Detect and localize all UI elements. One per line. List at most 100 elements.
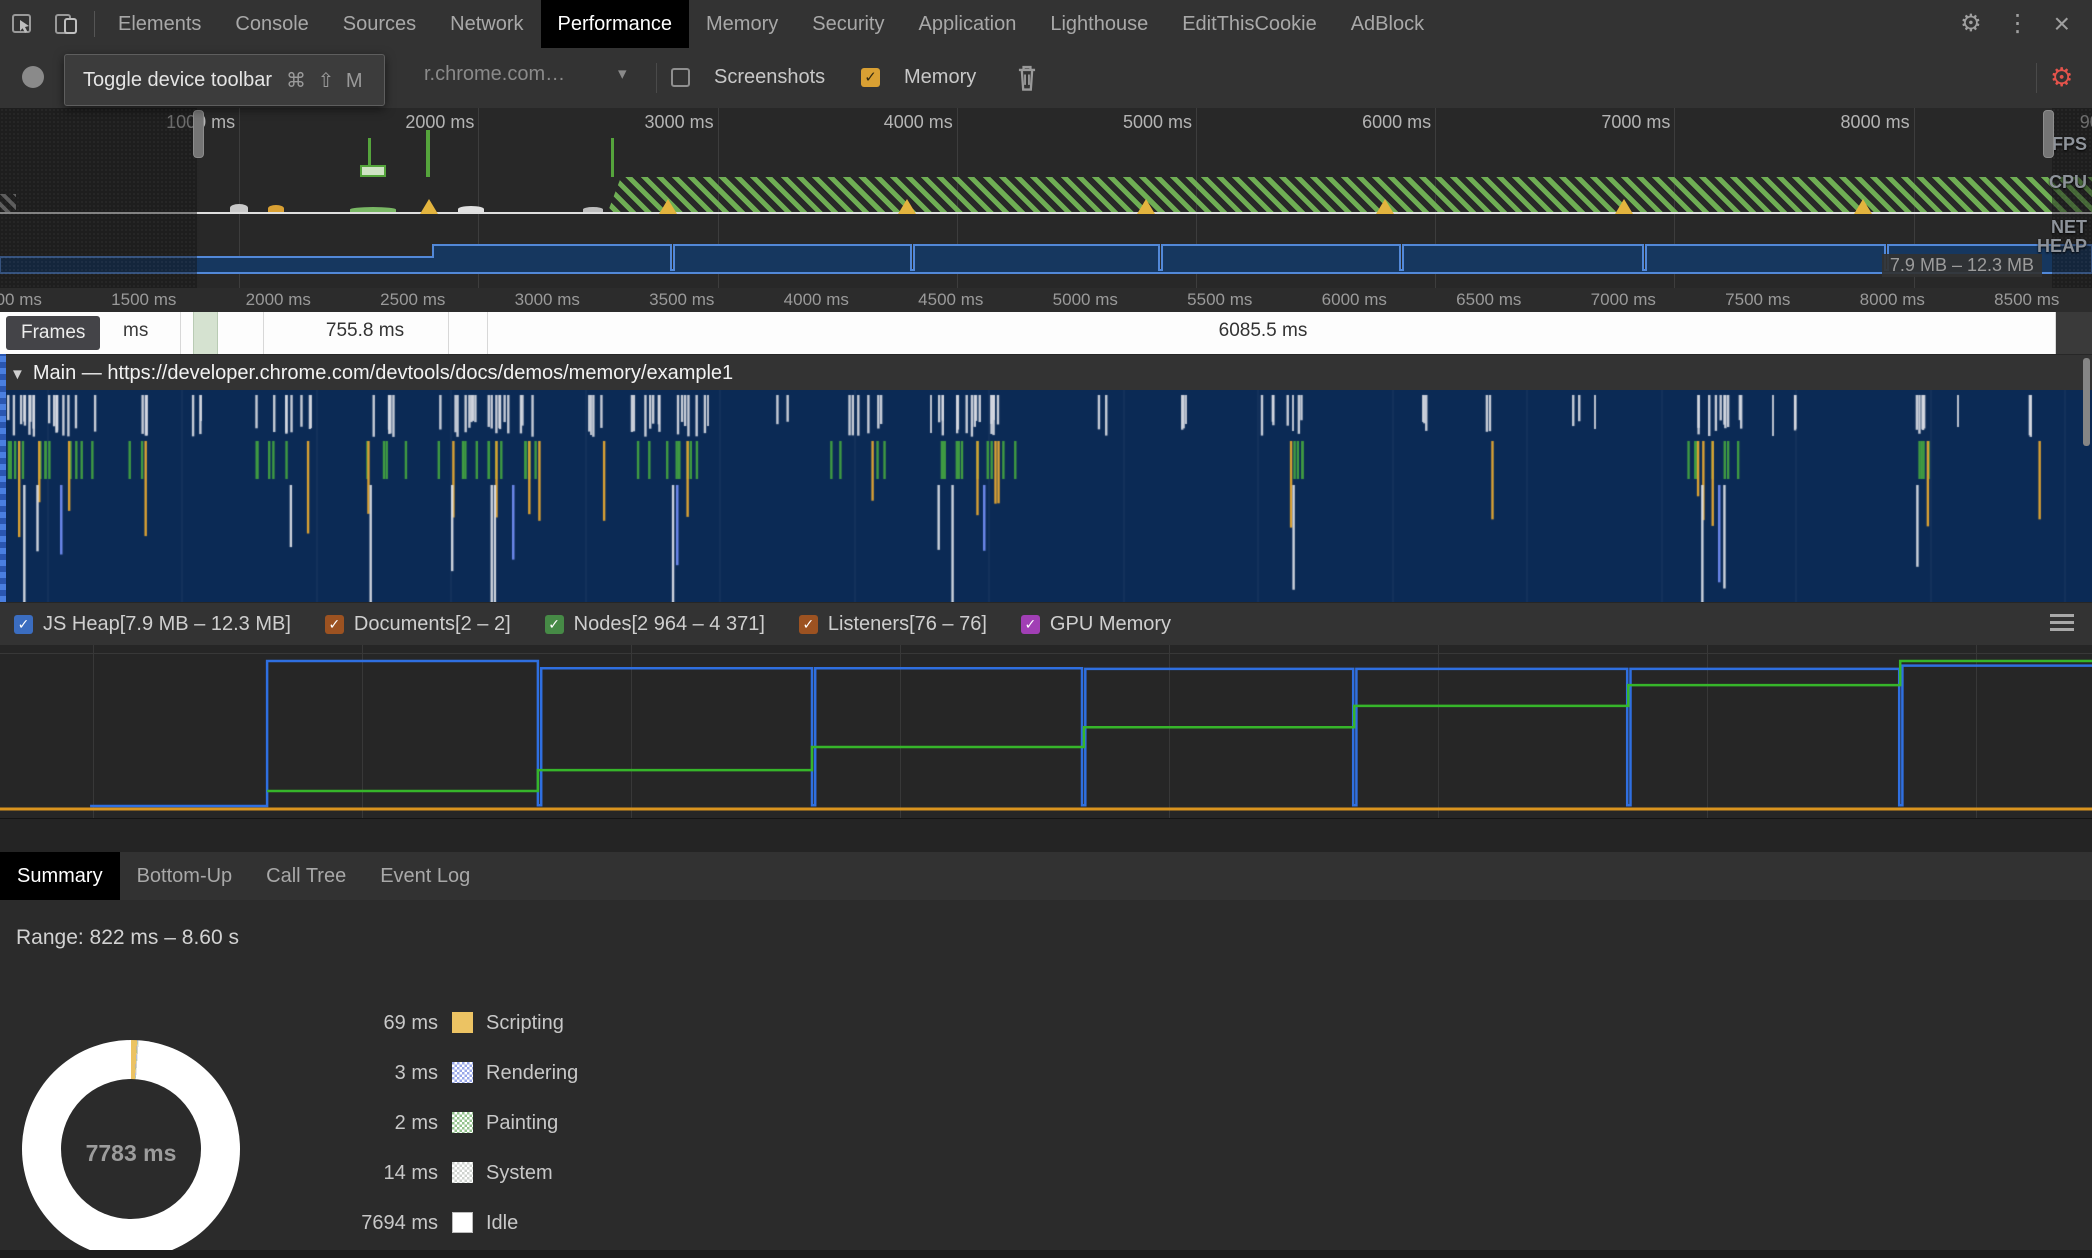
frame-separator bbox=[487, 312, 488, 354]
lane-label-net: NET bbox=[2051, 217, 2087, 237]
frame-separator bbox=[263, 312, 264, 354]
ruler-tick-label: 1500 ms bbox=[111, 290, 177, 309]
counter-checkbox-listeners[interactable]: ✓ bbox=[798, 614, 818, 634]
memory-label: Memory bbox=[904, 66, 977, 88]
tab-memory[interactable]: Memory bbox=[689, 0, 795, 48]
heap-overview-chart bbox=[0, 244, 2092, 274]
ruler-tick-label: 8000 ms bbox=[1859, 290, 1925, 309]
frame-separator bbox=[2055, 312, 2056, 354]
counter-label: Listeners[76 – 76] bbox=[827, 612, 987, 635]
summary-category-label: Rendering bbox=[486, 1062, 579, 1084]
devtools-tab-bar: Elements Console Sources Network Performance… bbox=[0, 0, 2092, 49]
fps-bar bbox=[611, 138, 614, 177]
summary-category-label: Painting bbox=[486, 1112, 559, 1134]
details-tab-event-log[interactable]: Event Log bbox=[363, 852, 487, 900]
panel-tabs: Elements Console Sources Network Performance… bbox=[101, 0, 1441, 48]
url-history-select[interactable]: r.chrome.com… bbox=[424, 63, 565, 86]
time-ruler: 1000 ms1500 ms2000 ms2500 ms3000 ms3500 … bbox=[0, 288, 2092, 313]
ruler-tick-label: 8500 ms bbox=[1994, 290, 2060, 309]
chevron-down-icon[interactable]: ▾ bbox=[618, 64, 627, 84]
overview-time-label: 2000 ms bbox=[405, 112, 475, 132]
collapse-triangle-icon[interactable]: ▼ bbox=[10, 366, 25, 383]
counter-line-js-heap bbox=[90, 659, 2092, 808]
summary-value: 69 ms bbox=[383, 1012, 438, 1034]
frame-segment[interactable] bbox=[193, 312, 218, 354]
settings-gear-icon[interactable]: ⚙ bbox=[1948, 0, 1994, 48]
range-grip-left[interactable] bbox=[193, 110, 204, 158]
counter-label: Nodes[2 964 – 4 371] bbox=[573, 612, 765, 635]
memory-checkbox[interactable]: ✓ bbox=[861, 68, 880, 87]
details-tab-bottom-up[interactable]: Bottom-Up bbox=[120, 852, 250, 900]
tab-network[interactable]: Network bbox=[433, 0, 540, 48]
close-icon[interactable]: × bbox=[2042, 0, 2082, 48]
panel-splitter[interactable] bbox=[0, 818, 2092, 854]
tooltip-label: Toggle device toolbar bbox=[83, 68, 273, 91]
tab-adblock[interactable]: AdBlock bbox=[1334, 0, 1441, 48]
devtools-window: Elements Console Sources Network Performance… bbox=[0, 0, 2092, 1258]
timeline-overview[interactable]: 1000 ms2000 ms3000 ms4000 ms5000 ms6000 … bbox=[0, 108, 2092, 289]
overview-time-label: 7000 ms bbox=[1601, 112, 1671, 132]
tooltip-toggle-device-toolbar: Toggle device toolbar ⌘ ⇧ M bbox=[64, 54, 385, 106]
tab-elements[interactable]: Elements bbox=[101, 0, 218, 48]
screenshots-checkbox[interactable] bbox=[671, 68, 690, 87]
overview-time-label: 6000 ms bbox=[1362, 112, 1432, 132]
record-button[interactable] bbox=[22, 66, 44, 88]
summary-value: 2 ms bbox=[394, 1112, 438, 1134]
screenshots-label: Screenshots bbox=[714, 66, 826, 88]
frames-badge: Frames bbox=[6, 316, 101, 350]
counter-checkbox-gpu-memory[interactable]: ✓ bbox=[1020, 614, 1040, 634]
ruler-tick-label: 5500 ms bbox=[1187, 290, 1253, 309]
ruler-tick-label: 4000 ms bbox=[783, 290, 849, 309]
hamburger-menu-icon[interactable] bbox=[2050, 614, 2074, 635]
frame-duration-label: 755.8 ms bbox=[325, 320, 405, 341]
counter-checkbox-documents[interactable]: ✓ bbox=[324, 614, 344, 634]
memory-counters-chart[interactable] bbox=[0, 645, 2092, 818]
fps-bar bbox=[426, 130, 430, 177]
divider bbox=[656, 63, 657, 93]
counter-legend-item: ✓ JS Heap[7.9 MB – 12.3 MB] bbox=[14, 613, 291, 636]
summary-legend-row: 69 ms Scripting bbox=[0, 1005, 800, 1041]
memory-counters-legend: ✓ JS Heap[7.9 MB – 12.3 MB] ✓ Documents[2 –… bbox=[0, 602, 2092, 645]
ruler-tick-label: 3000 ms bbox=[514, 290, 580, 309]
main-flame-chart[interactable] bbox=[0, 390, 2092, 602]
range-label: Range: 822 ms – 8.60 s bbox=[16, 926, 239, 949]
ruler-tick-label: 2500 ms bbox=[380, 290, 446, 309]
main-track-title: Main — https://developer.chrome.com/devt… bbox=[32, 362, 734, 384]
tab-console[interactable]: Console bbox=[218, 0, 325, 48]
counter-checkbox-nodes[interactable]: ✓ bbox=[544, 614, 564, 634]
clear-trash-icon[interactable] bbox=[1013, 63, 1041, 98]
ruler-tick-label: 3500 ms bbox=[649, 290, 715, 309]
more-options-icon[interactable]: ⋮ bbox=[1994, 0, 2042, 48]
device-toolbar-icon[interactable] bbox=[44, 0, 88, 48]
tab-sources[interactable]: Sources bbox=[326, 0, 433, 48]
legend-swatch-painting bbox=[452, 1112, 473, 1133]
overview-time-label: 5000 ms bbox=[1122, 112, 1192, 132]
donut-total-label: 7783 ms bbox=[85, 1140, 177, 1166]
capture-settings-gear-icon[interactable]: ⚙ bbox=[2050, 62, 2073, 93]
tab-performance[interactable]: Performance bbox=[540, 0, 689, 48]
vertical-scrollbar-thumb[interactable] bbox=[2083, 358, 2090, 446]
summary-category-label: Scripting bbox=[486, 1012, 564, 1034]
details-tab-summary[interactable]: Summary bbox=[0, 852, 120, 900]
frames-track[interactable]: 755.8 ms 6085.5 ms ms Frames bbox=[0, 312, 2092, 355]
counter-legend-item: ✓ GPU Memory bbox=[1020, 612, 1172, 636]
tab-security[interactable]: Security bbox=[795, 0, 901, 48]
counter-checkbox-js-heap[interactable]: ✓ bbox=[14, 614, 33, 634]
tab-lighthouse[interactable]: Lighthouse bbox=[1033, 0, 1165, 48]
lane-label-heap: HEAP bbox=[2036, 236, 2087, 256]
summary-value: 3 ms bbox=[394, 1062, 438, 1084]
tab-bar-actions: ⚙ ⋮ × bbox=[1948, 0, 2092, 48]
main-track-header[interactable]: ▼ Main — https://developer.chrome.com/dev… bbox=[0, 354, 2092, 391]
tab-application[interactable]: Application bbox=[901, 0, 1033, 48]
divider bbox=[94, 11, 95, 37]
inspect-element-icon[interactable] bbox=[0, 0, 44, 48]
details-tab-call-tree[interactable]: Call Tree bbox=[249, 852, 363, 900]
legend-swatch-scripting bbox=[452, 1012, 473, 1033]
ruler-tick-label: 7000 ms bbox=[1590, 290, 1656, 309]
summary-category-label: Idle bbox=[486, 1212, 519, 1234]
counter-label: GPU Memory bbox=[1049, 612, 1172, 635]
range-grip-right[interactable] bbox=[2043, 110, 2054, 158]
counter-label: Documents[2 – 2] bbox=[353, 612, 511, 635]
tab-editthiscookie[interactable]: EditThisCookie bbox=[1165, 0, 1334, 48]
ruler-tick-label: 5000 ms bbox=[1052, 290, 1118, 309]
